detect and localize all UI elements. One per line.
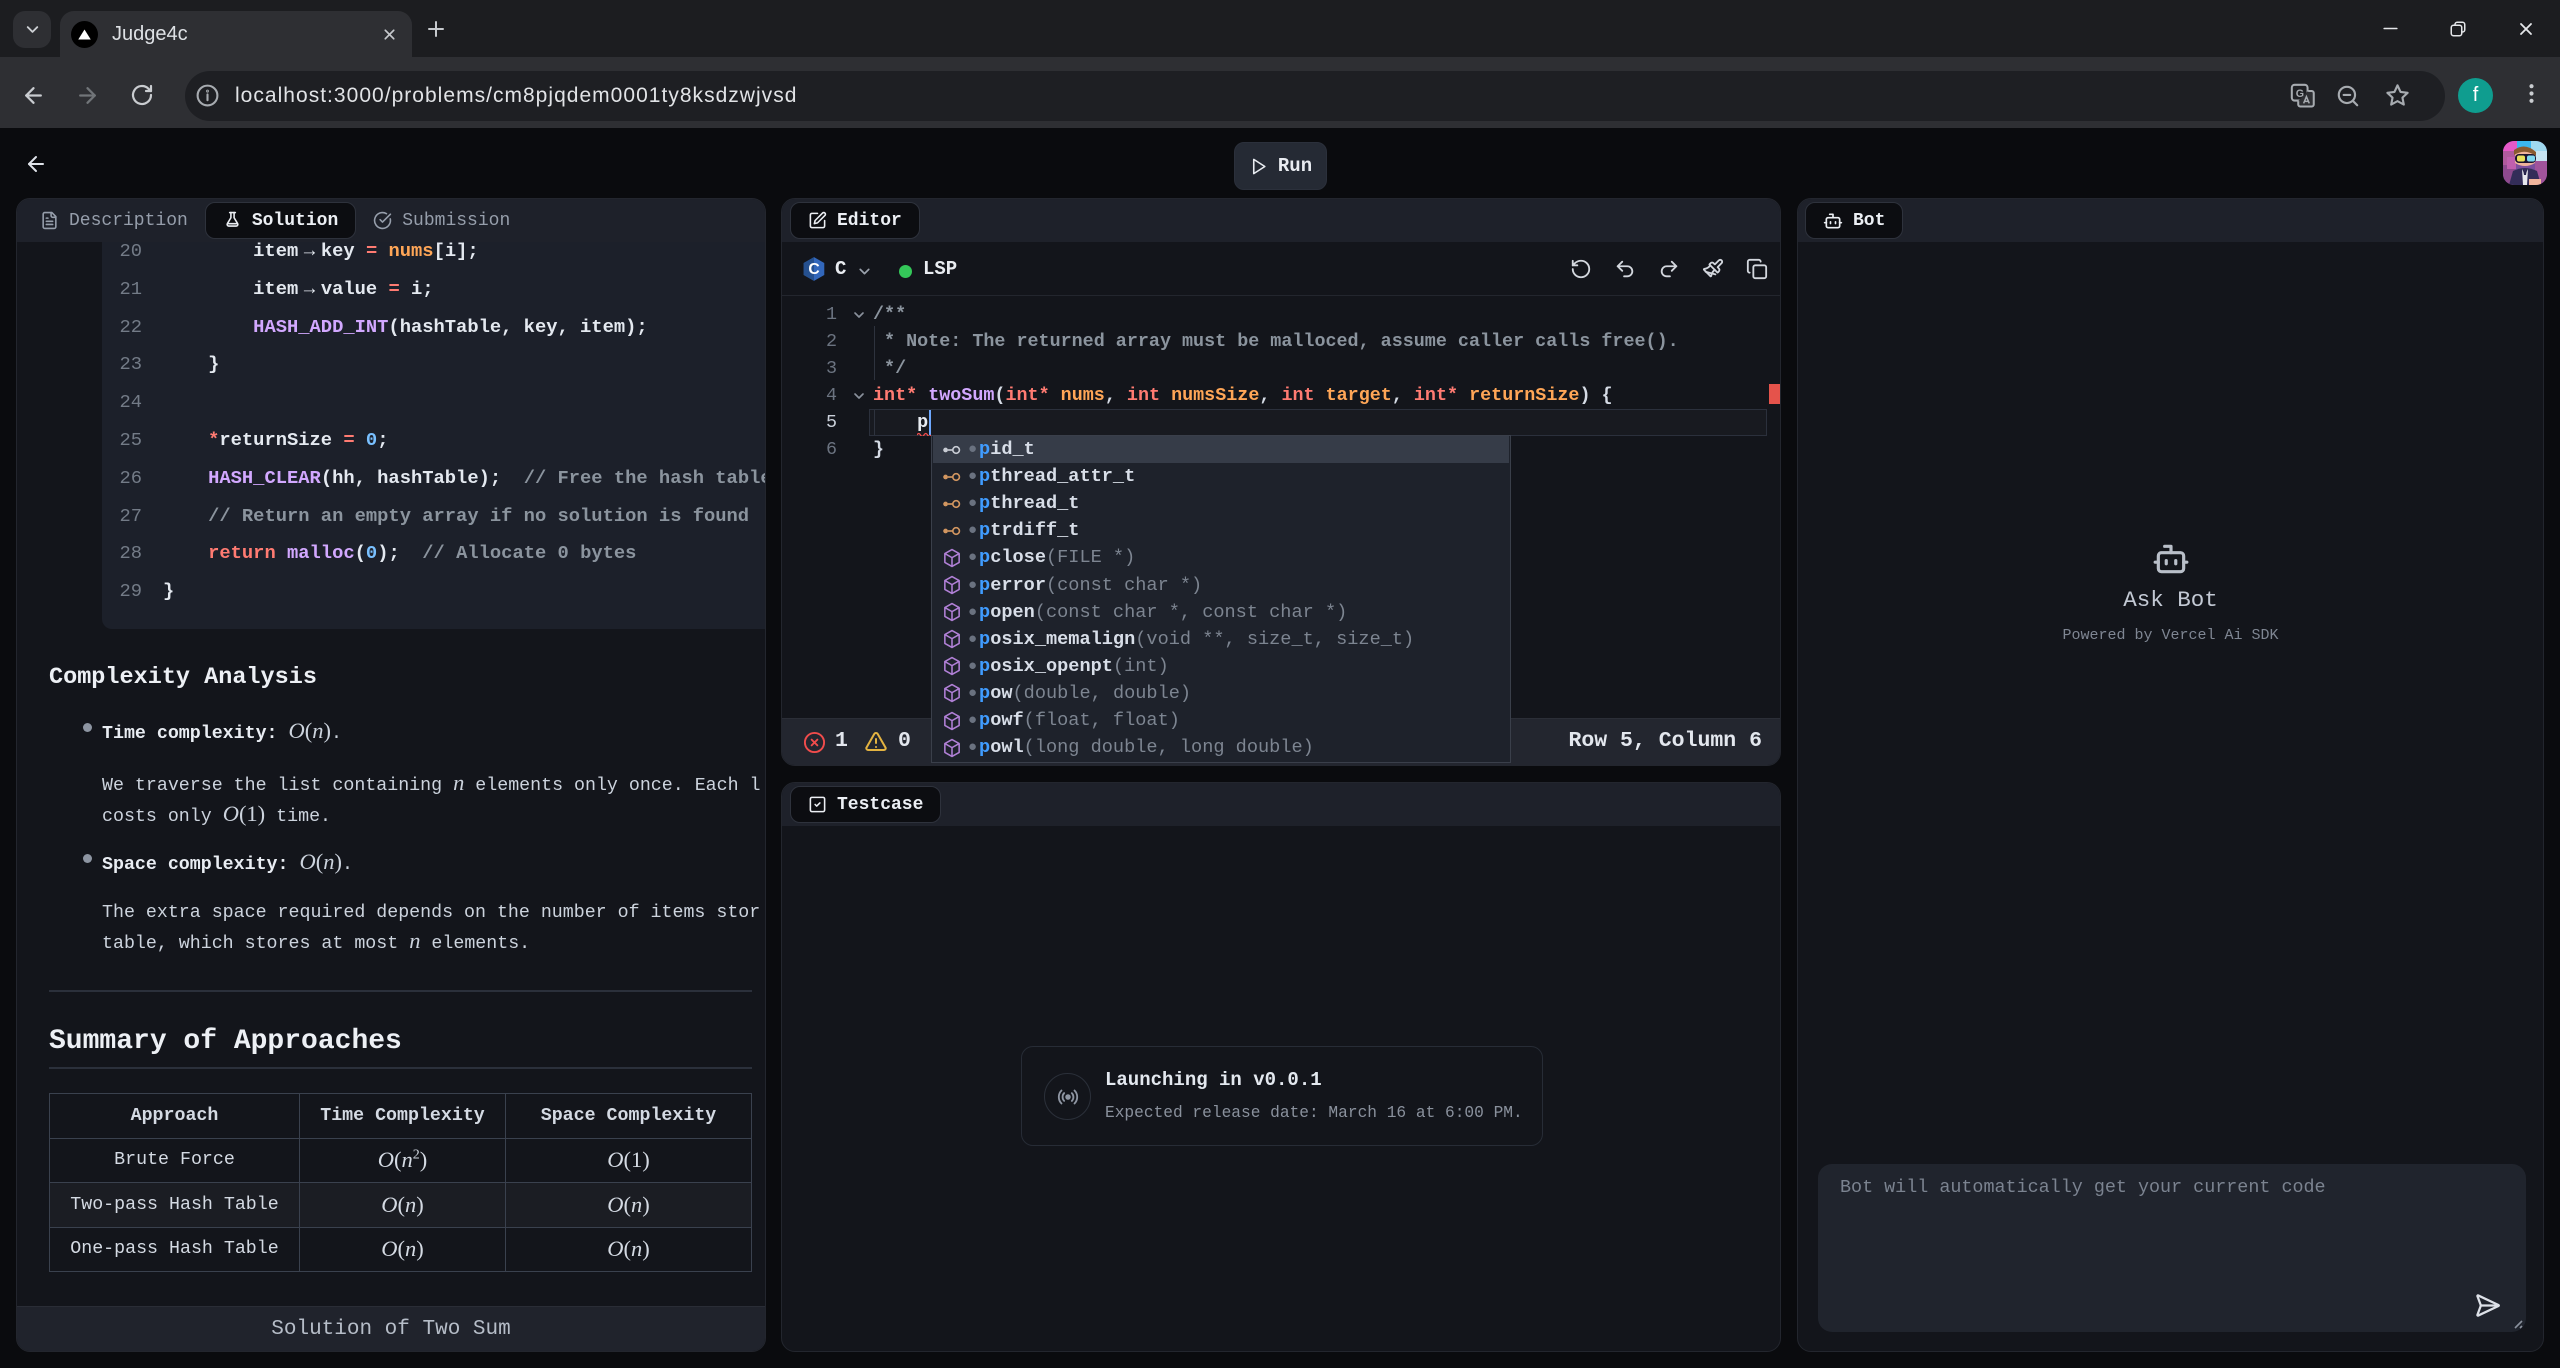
svg-text:G: G — [2296, 88, 2304, 100]
svg-text:C: C — [808, 261, 819, 278]
